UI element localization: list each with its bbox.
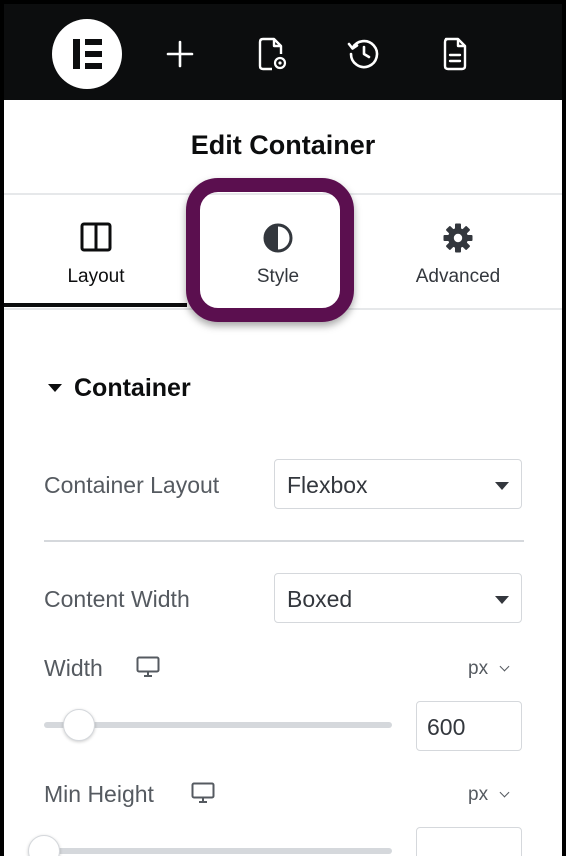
- min-height-label: Min Height: [44, 781, 154, 807]
- page-settings-icon[interactable]: [252, 34, 292, 74]
- active-tab-indicator: [4, 303, 187, 307]
- tab-advanced[interactable]: Advanced: [366, 196, 550, 306]
- tab-layout[interactable]: Layout: [4, 196, 188, 306]
- width-label: Width: [44, 655, 103, 681]
- top-toolbar: [4, 4, 562, 100]
- min-height-input[interactable]: [416, 827, 522, 856]
- min-height-unit[interactable]: px: [468, 784, 488, 806]
- width-slider-thumb[interactable]: [62, 709, 95, 741]
- width-input[interactable]: 600: [416, 701, 522, 751]
- divider: [44, 540, 524, 542]
- style-tab-highlight: [186, 178, 354, 322]
- width-slider-track[interactable]: [44, 722, 392, 728]
- dropdown-arrow-icon: [495, 596, 509, 604]
- desktop-icon[interactable]: [136, 656, 160, 683]
- content-width-select[interactable]: Boxed: [274, 573, 522, 623]
- tab-layout-label: Layout: [67, 266, 125, 287]
- tab-advanced-label: Advanced: [415, 266, 501, 287]
- container-layout-label: Container Layout: [44, 472, 220, 498]
- panel-title: Edit Container: [190, 130, 376, 160]
- gear-icon: [366, 222, 550, 254]
- width-unit[interactable]: px: [468, 658, 488, 680]
- editor-frame: Edit Container Layout Style Advanced Con…: [0, 0, 566, 856]
- caret-down-icon[interactable]: [48, 384, 62, 392]
- document-icon[interactable]: [435, 34, 475, 74]
- history-icon[interactable]: [344, 34, 384, 74]
- elementor-logo-icon[interactable]: [52, 19, 122, 89]
- container-layout-select[interactable]: Flexbox: [274, 459, 522, 509]
- section-title[interactable]: Container: [74, 374, 191, 403]
- min-height-slider-track[interactable]: [44, 848, 392, 854]
- content-width-label: Content Width: [44, 586, 190, 612]
- desktop-icon[interactable]: [191, 782, 215, 809]
- chevron-down-icon[interactable]: [499, 787, 510, 798]
- add-icon[interactable]: [160, 34, 200, 74]
- chevron-down-icon[interactable]: [499, 661, 510, 672]
- columns-icon: [4, 222, 188, 252]
- content-width-value: Boxed: [287, 586, 353, 612]
- width-value: 600: [427, 714, 466, 740]
- dropdown-arrow-icon: [495, 482, 509, 490]
- container-layout-value: Flexbox: [287, 472, 368, 498]
- min-height-slider-thumb[interactable]: [28, 835, 60, 856]
